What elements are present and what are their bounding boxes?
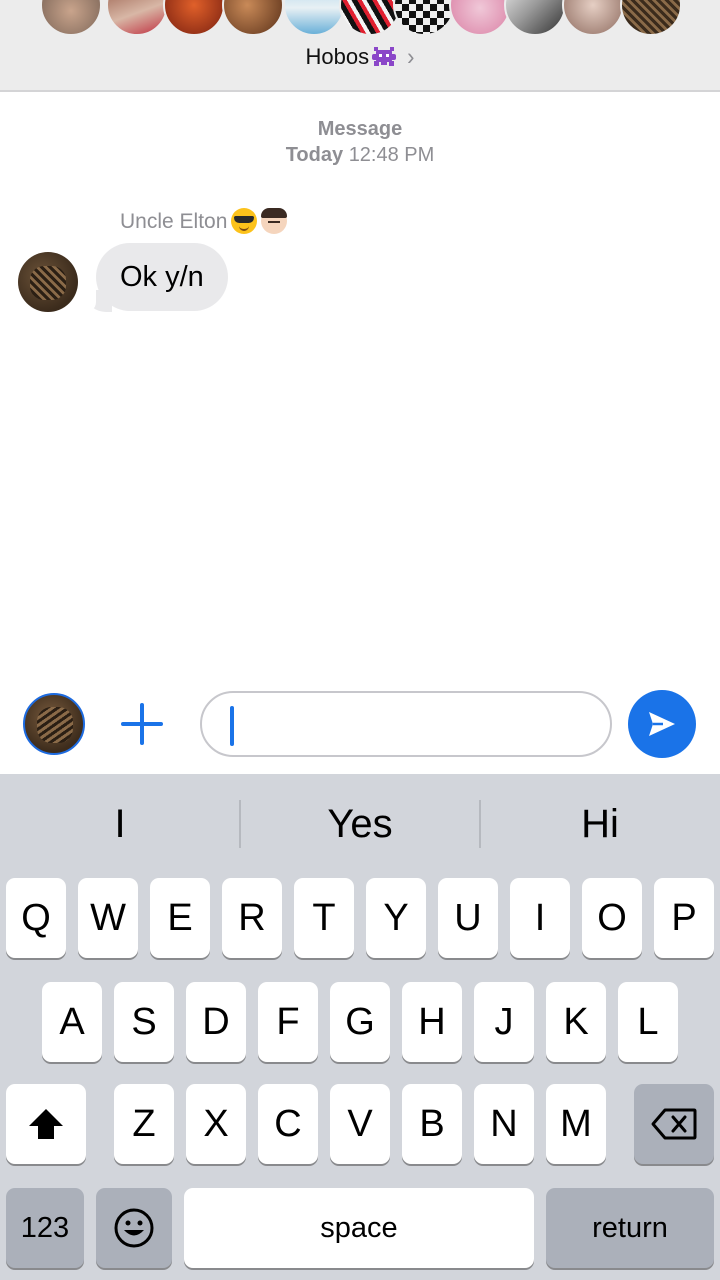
backspace-key[interactable] bbox=[634, 1084, 714, 1164]
suggestion-1[interactable]: I bbox=[0, 774, 240, 874]
shift-icon bbox=[29, 1109, 63, 1139]
key-u[interactable]: U bbox=[438, 878, 498, 958]
conversation-header: Hobos › bbox=[0, 0, 720, 92]
member-avatar bbox=[163, 0, 225, 36]
key-g[interactable]: G bbox=[330, 982, 390, 1062]
space-key[interactable]: space bbox=[184, 1188, 534, 1268]
member-avatar bbox=[40, 0, 102, 36]
member-avatar bbox=[393, 0, 455, 36]
key-d[interactable]: D bbox=[186, 982, 246, 1062]
emoji-key[interactable] bbox=[96, 1188, 172, 1268]
key-t[interactable]: T bbox=[294, 878, 354, 958]
key-n[interactable]: N bbox=[474, 1084, 534, 1164]
member-avatar bbox=[222, 0, 284, 36]
key-s[interactable]: S bbox=[114, 982, 174, 1062]
key-e[interactable]: E bbox=[150, 878, 210, 958]
member-avatar bbox=[106, 0, 168, 36]
key-y[interactable]: Y bbox=[366, 878, 426, 958]
key-i[interactable]: I bbox=[510, 878, 570, 958]
key-a[interactable]: A bbox=[42, 982, 102, 1062]
compose-avatar[interactable] bbox=[23, 693, 85, 755]
shift-key[interactable] bbox=[6, 1084, 86, 1164]
key-f[interactable]: F bbox=[258, 982, 318, 1062]
key-m[interactable]: M bbox=[546, 1084, 606, 1164]
member-avatar bbox=[620, 0, 682, 36]
plus-icon[interactable] bbox=[118, 700, 166, 748]
member-avatar bbox=[283, 0, 345, 36]
member-avatar bbox=[504, 0, 566, 36]
alien-monster-icon bbox=[372, 47, 397, 66]
timestamp-day: Today bbox=[285, 144, 344, 166]
member-avatar bbox=[449, 0, 511, 36]
sender-avatar[interactable] bbox=[18, 252, 78, 312]
key-q[interactable]: Q bbox=[6, 878, 66, 958]
emoji-icon bbox=[114, 1208, 154, 1248]
member-avatar bbox=[339, 0, 401, 36]
key-c[interactable]: C bbox=[258, 1084, 318, 1164]
key-x[interactable]: X bbox=[186, 1084, 246, 1164]
key-j[interactable]: J bbox=[474, 982, 534, 1062]
backspace-icon bbox=[651, 1108, 697, 1140]
key-b[interactable]: B bbox=[402, 1084, 462, 1164]
message-bubble[interactable]: Ok y/n bbox=[96, 243, 228, 311]
sender-name-label: Uncle Elton bbox=[120, 210, 228, 233]
key-k[interactable]: K bbox=[546, 982, 606, 1062]
return-key[interactable]: return bbox=[546, 1188, 714, 1268]
chevron-right-icon: › bbox=[407, 42, 415, 71]
message-input-field[interactable] bbox=[200, 691, 612, 757]
numbers-key[interactable]: 123 bbox=[6, 1188, 84, 1268]
service-label: Message bbox=[317, 118, 403, 140]
message-input[interactable] bbox=[202, 693, 610, 755]
send-button[interactable] bbox=[628, 690, 696, 758]
send-arrow-icon bbox=[649, 712, 675, 736]
man-emoji-icon bbox=[261, 208, 288, 234]
timestamp-time: 12:48 PM bbox=[348, 144, 435, 166]
group-title[interactable]: Hobos › bbox=[0, 42, 720, 71]
group-avatars[interactable] bbox=[0, 0, 720, 36]
key-z[interactable]: Z bbox=[114, 1084, 174, 1164]
key-h[interactable]: H bbox=[402, 982, 462, 1062]
key-l[interactable]: L bbox=[618, 982, 678, 1062]
sender-name: Uncle Elton bbox=[120, 208, 288, 234]
keyboard: I Yes Hi Q W E R T Y U I O P A S D F G H… bbox=[0, 774, 720, 1280]
key-p[interactable]: P bbox=[654, 878, 714, 958]
key-o[interactable]: O bbox=[582, 878, 642, 958]
timestamp: Today 12:48 PM bbox=[0, 144, 720, 167]
text-cursor bbox=[230, 706, 234, 746]
suggestion-2[interactable]: Yes bbox=[240, 774, 480, 874]
bubble-tail-mask bbox=[78, 288, 96, 314]
member-avatar bbox=[562, 0, 624, 36]
suggestion-3[interactable]: Hi bbox=[480, 774, 720, 874]
sunglasses-emoji-icon bbox=[231, 208, 258, 234]
key-w[interactable]: W bbox=[78, 878, 138, 958]
group-name-label: Hobos bbox=[305, 44, 370, 69]
key-r[interactable]: R bbox=[222, 878, 282, 958]
key-v[interactable]: V bbox=[330, 1084, 390, 1164]
